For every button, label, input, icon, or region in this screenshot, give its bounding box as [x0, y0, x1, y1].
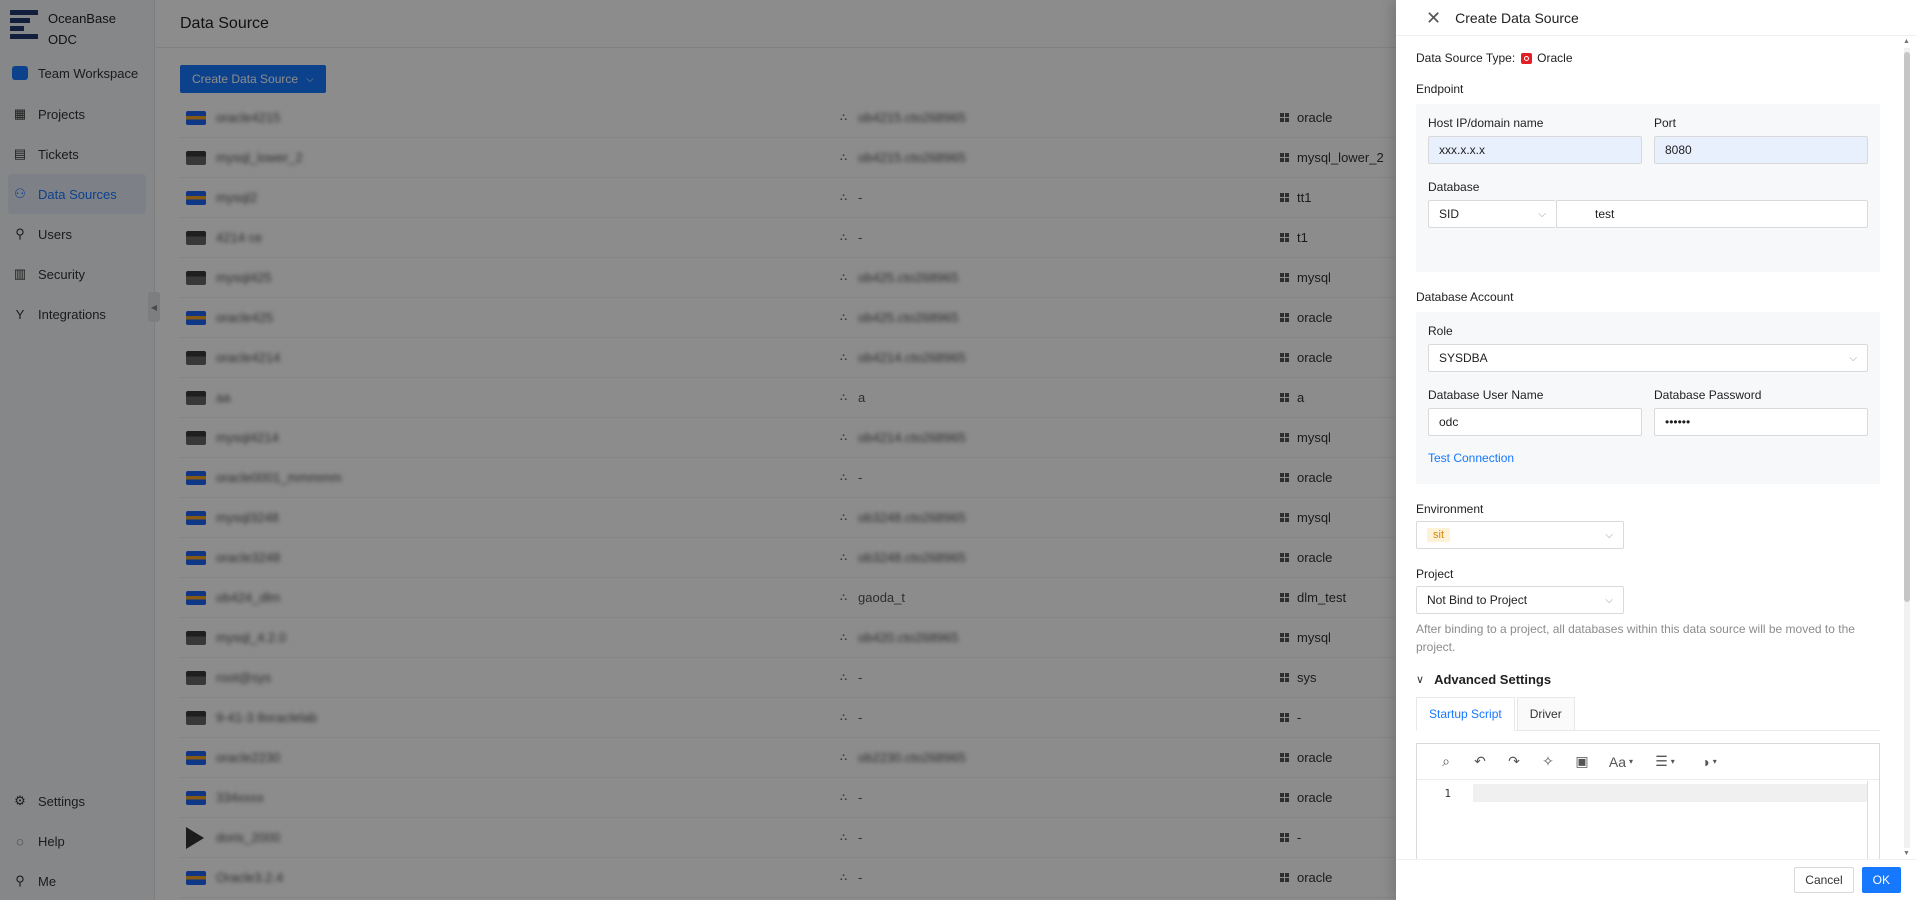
environment-tag: sit [1427, 528, 1450, 542]
user-field: Database User Name odc [1428, 388, 1642, 436]
database-mode-value: SID [1439, 207, 1460, 221]
port-value: 8080 [1665, 143, 1692, 157]
drawer-footer: Cancel OK [1396, 859, 1916, 900]
host-label: Host IP/domain name [1428, 116, 1544, 130]
advanced-settings-toggle[interactable]: ∨ Advanced Settings [1416, 672, 1880, 687]
endpoint-panel: Host IP/domain name xxx.x.x.x Port 8080 … [1416, 104, 1880, 272]
oracle-icon [1521, 52, 1533, 64]
database-field: Database SID ⌵ test [1428, 180, 1868, 228]
password-input[interactable]: •••••• [1654, 408, 1868, 436]
tab-startup-script[interactable]: Startup Script [1416, 697, 1515, 731]
drawer-header: ✕ Create Data Source [1396, 0, 1916, 36]
modal-mask[interactable] [0, 0, 1396, 900]
database-label: Database [1428, 180, 1480, 194]
startup-script-editor[interactable]: ⌕ ↶ ↷ ✧ ▣ Aa ▾ ☰ ▾ ◑ ▾ 1 [1416, 743, 1880, 859]
chevron-down-icon: ⌵ [1605, 529, 1613, 541]
indent-icon[interactable]: ☰ ▾ [1643, 753, 1687, 770]
undo-icon[interactable]: ↶ [1463, 753, 1497, 770]
role-value: SYSDBA [1439, 351, 1488, 365]
tab-driver[interactable]: Driver [1516, 697, 1575, 730]
role-field: Role SYSDBA ⌵ [1428, 324, 1868, 372]
project-select[interactable]: Not Bind to Project ⌵ [1416, 586, 1624, 614]
format-icon[interactable]: ✧ [1531, 753, 1565, 770]
project-value: Not Bind to Project [1427, 593, 1528, 607]
editor-code-line[interactable] [1473, 784, 1867, 802]
advanced-tabs: Startup Script Driver [1416, 697, 1880, 731]
drawer-scrollbar[interactable]: ▲ ▼ [1902, 38, 1912, 857]
drawer-title: Create Data Source [1455, 9, 1579, 26]
database-name-input[interactable]: test [1556, 200, 1868, 228]
role-select[interactable]: SYSDBA ⌵ [1428, 344, 1868, 372]
user-name-value: odc [1439, 415, 1459, 429]
account-panel: Role SYSDBA ⌵ Database User Name odc Dat… [1416, 312, 1880, 484]
cancel-button[interactable]: Cancel [1794, 867, 1854, 893]
host-value: xxx.x.x.x [1439, 143, 1486, 157]
theme-icon[interactable]: ◑ ▾ [1687, 754, 1731, 770]
redo-icon[interactable]: ↷ [1497, 753, 1531, 770]
snippet-icon[interactable]: ▣ [1565, 753, 1599, 770]
chevron-down-icon: ⌵ [1538, 208, 1546, 220]
password-value: •••••• [1665, 415, 1691, 429]
role-label: Role [1428, 324, 1453, 338]
case-icon[interactable]: Aa ▾ [1599, 754, 1643, 770]
database-name-value: test [1595, 207, 1615, 221]
user-name-input[interactable]: odc [1428, 408, 1642, 436]
data-source-type: Data Source Type: Oracle [1416, 51, 1880, 65]
project-hint: After binding to a project, all database… [1416, 622, 1855, 654]
ok-button[interactable]: OK [1861, 867, 1901, 893]
host-field: Host IP/domain name xxx.x.x.x [1428, 116, 1642, 164]
editor-line: 1 [1417, 784, 1867, 802]
environment-field: Environment sit ⌵ [1416, 502, 1880, 549]
endpoint-section-title: Endpoint [1416, 82, 1464, 96]
editor-scrollbar[interactable] [1867, 781, 1879, 859]
chevron-down-icon: ⌵ [1605, 594, 1613, 606]
line-number: 1 [1444, 786, 1451, 800]
port-input[interactable]: 8080 [1654, 136, 1868, 164]
chevron-down-icon: ∨ [1416, 674, 1425, 686]
scroll-down-icon[interactable]: ▼ [1903, 850, 1910, 857]
find-icon[interactable]: ⌕ [1429, 753, 1463, 770]
scrollbar-thumb[interactable] [1904, 52, 1910, 602]
project-label: Project [1416, 567, 1454, 581]
data-source-type-label: Data Source Type: [1416, 51, 1516, 65]
drawer-body: Data Source Type: Oracle Endpoint Host I… [1396, 37, 1900, 859]
scroll-up-icon[interactable]: ▲ [1903, 38, 1910, 45]
environment-select[interactable]: sit ⌵ [1416, 521, 1624, 549]
advanced-settings-title: Advanced Settings [1434, 672, 1552, 687]
editor-toolbar: ⌕ ↶ ↷ ✧ ▣ Aa ▾ ☰ ▾ ◑ ▾ [1417, 744, 1879, 780]
data-source-type-value: Oracle [1537, 51, 1573, 65]
test-connection-link[interactable]: Test Connection [1428, 451, 1514, 465]
port-field: Port 8080 [1654, 116, 1868, 164]
project-field: Project Not Bind to Project ⌵ After bind… [1416, 567, 1880, 656]
user-label: Database User Name [1428, 388, 1544, 402]
password-label: Database Password [1654, 388, 1762, 402]
environment-label: Environment [1416, 502, 1484, 516]
host-input[interactable]: xxx.x.x.x [1428, 136, 1642, 164]
account-section-title: Database Account [1416, 290, 1514, 304]
create-data-source-drawer: ✕ Create Data Source Data Source Type: O… [1396, 0, 1916, 900]
password-field: Database Password •••••• [1654, 388, 1868, 436]
port-label: Port [1654, 116, 1677, 130]
database-mode-select[interactable]: SID ⌵ [1428, 200, 1556, 228]
chevron-down-icon: ⌵ [1849, 352, 1857, 364]
close-icon[interactable]: ✕ [1426, 9, 1441, 27]
